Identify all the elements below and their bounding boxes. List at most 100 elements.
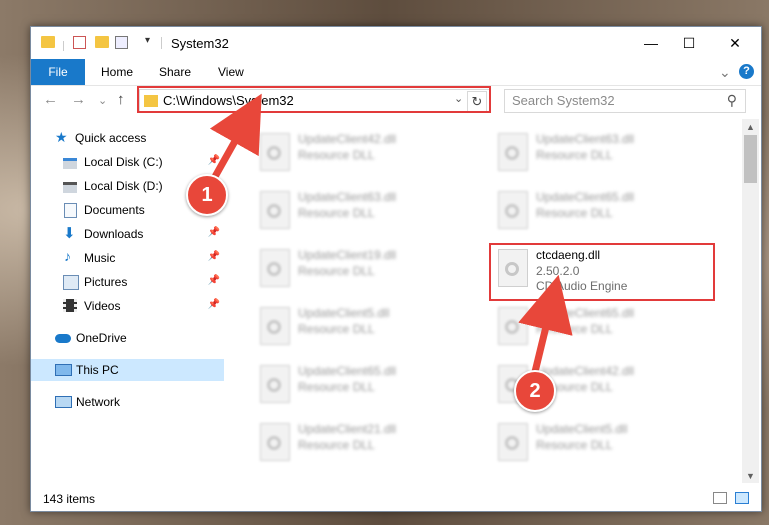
sidebar-item-onedrive[interactable]: OneDrive [31,327,224,349]
scroll-up-icon[interactable]: ▲ [746,122,755,132]
help-icon[interactable]: ? [739,64,754,79]
file-tile[interactable]: UpdateClient65.dll Resource DLL [490,301,710,349]
file-tile[interactable]: UpdateClient5.dll Resource DLL [252,301,472,349]
file-tile[interactable]: UpdateClient65.dll Resource DLL [252,359,472,407]
status-bar: 143 items [31,487,761,511]
sidebar-item-label: OneDrive [76,331,127,345]
recent-locations-icon[interactable]: ⌄ [98,94,107,107]
file-type: Resource DLL [298,264,375,278]
new-folder-icon[interactable] [95,36,109,48]
search-input[interactable]: Search System32 ⚲ [504,89,746,113]
file-name: UpdateClient19.dll [298,248,397,262]
ribbon-expand-icon[interactable]: ⌄ [719,59,731,85]
tiles-view-icon[interactable] [735,492,749,504]
sidebar-item-downloads[interactable]: ⬇ Downloads 📌 [31,223,224,245]
back-arrow-icon[interactable]: ← [43,91,58,108]
dll-file-icon [260,365,290,403]
file-name: UpdateClient42.dll [536,364,635,378]
up-arrow-icon[interactable]: ↑ [117,91,125,108]
pictures-icon [63,275,79,290]
pin-icon[interactable]: 📌 [208,251,220,262]
tab-view[interactable]: View [218,59,244,85]
file-name: UpdateClient65.dll [536,306,635,320]
download-icon: ⬇ [63,225,76,242]
file-type: Resource DLL [298,380,375,394]
file-tile[interactable]: UpdateClient65.dll Resource DLL [490,185,710,233]
close-button[interactable]: ✕ [725,33,745,53]
dll-file-icon [498,133,528,171]
dll-file-icon [260,191,290,229]
star-icon: ★ [55,129,68,145]
navigation-pane: ★ Quick access Local Disk (C:) 📌 Local D… [31,119,224,483]
sidebar-item-this-pc[interactable]: This PC [31,359,224,381]
file-name: UpdateClient5.dll [298,306,390,320]
document-icon [64,203,77,218]
properties-icon[interactable] [73,36,86,49]
dll-file-icon [498,307,528,345]
sidebar-item-label: Videos [84,299,121,313]
step-marker-1: 1 [186,174,228,216]
pin-icon[interactable]: 📌 [208,227,220,238]
sidebar-item-local-disk-c[interactable]: Local Disk (C:) 📌 [31,151,224,173]
file-tile[interactable]: UpdateClient42.dll Resource DLL [252,127,472,175]
scrollbar-thumb[interactable] [744,135,757,183]
pin-icon[interactable]: 📌 [208,275,220,286]
tab-file[interactable]: File [31,59,85,85]
tab-home[interactable]: Home [101,59,133,85]
file-type: Resource DLL [298,148,375,162]
computer-icon [55,364,72,376]
sidebar-item-label: Documents [84,203,145,217]
title-bar: ▾ System32 — ☐ ✕ [31,27,761,59]
pin-icon[interactable]: 📌 [208,299,220,310]
minimize-button[interactable]: — [641,33,661,53]
file-highlight-box [489,243,715,301]
sidebar-item-network[interactable]: Network [31,391,224,413]
file-type: Resource DLL [536,438,613,452]
scroll-down-icon[interactable]: ▼ [746,471,755,481]
sidebar-item-label: Downloads [84,227,144,241]
file-tile[interactable]: UpdateClient21.dll Resource DLL [252,417,472,465]
dll-file-icon [260,133,290,171]
cloud-icon [55,334,71,343]
sidebar-item-pictures[interactable]: Pictures 📌 [31,271,224,293]
customize-icon[interactable] [115,36,128,49]
forward-arrow-icon[interactable]: → [71,91,86,108]
dll-file-icon [498,191,528,229]
toolbar-separator [63,41,64,51]
dll-file-icon [260,249,290,287]
details-view-icon[interactable] [713,492,727,504]
sidebar-item-quick-access[interactable]: ★ Quick access [31,127,224,149]
sidebar-item-label: Network [76,395,121,409]
network-icon [55,396,72,408]
pin-icon[interactable]: 📌 [208,155,220,166]
dll-file-icon [498,423,528,461]
videos-icon [63,299,77,312]
file-name: UpdateClient42.dll [298,132,397,146]
file-explorer-window: ▾ System32 — ☐ ✕ File Home Share View ⌄ … [30,26,762,512]
tab-share[interactable]: Share [159,59,191,85]
dll-file-icon [260,423,290,461]
dll-file-icon [260,307,290,345]
drive-icon [63,182,77,193]
file-list: UpdateClient42.dll Resource DLL UpdateCl… [226,119,742,483]
step-marker-2: 2 [514,370,556,412]
file-tile[interactable]: UpdateClient5.dll Resource DLL [490,417,710,465]
title-separator [161,37,162,49]
vertical-scrollbar[interactable]: ▲ ▼ [742,119,759,483]
address-highlight-box [137,86,491,113]
file-tile[interactable]: UpdateClient19.dll Resource DLL [252,243,472,291]
maximize-button[interactable]: ☐ [679,33,699,53]
file-tile[interactable]: UpdateClient63.dll Resource DLL [252,185,472,233]
sidebar-item-label: This PC [76,363,119,377]
folder-icon [41,36,55,48]
file-type: Resource DLL [298,322,375,336]
file-tile[interactable]: UpdateClient63.dll Resource DLL [490,127,710,175]
quick-access-dropdown-icon[interactable]: ▾ [145,35,153,47]
file-type: Resource DLL [298,438,375,452]
sidebar-item-label: Local Disk (C:) [84,155,163,169]
search-icon[interactable]: ⚲ [727,92,737,109]
sidebar-item-label: Local Disk (D:) [84,179,163,193]
sidebar-item-videos[interactable]: Videos 📌 [31,295,224,317]
sidebar-item-music[interactable]: ♪ Music 📌 [31,247,224,269]
file-name: UpdateClient5.dll [536,422,628,436]
